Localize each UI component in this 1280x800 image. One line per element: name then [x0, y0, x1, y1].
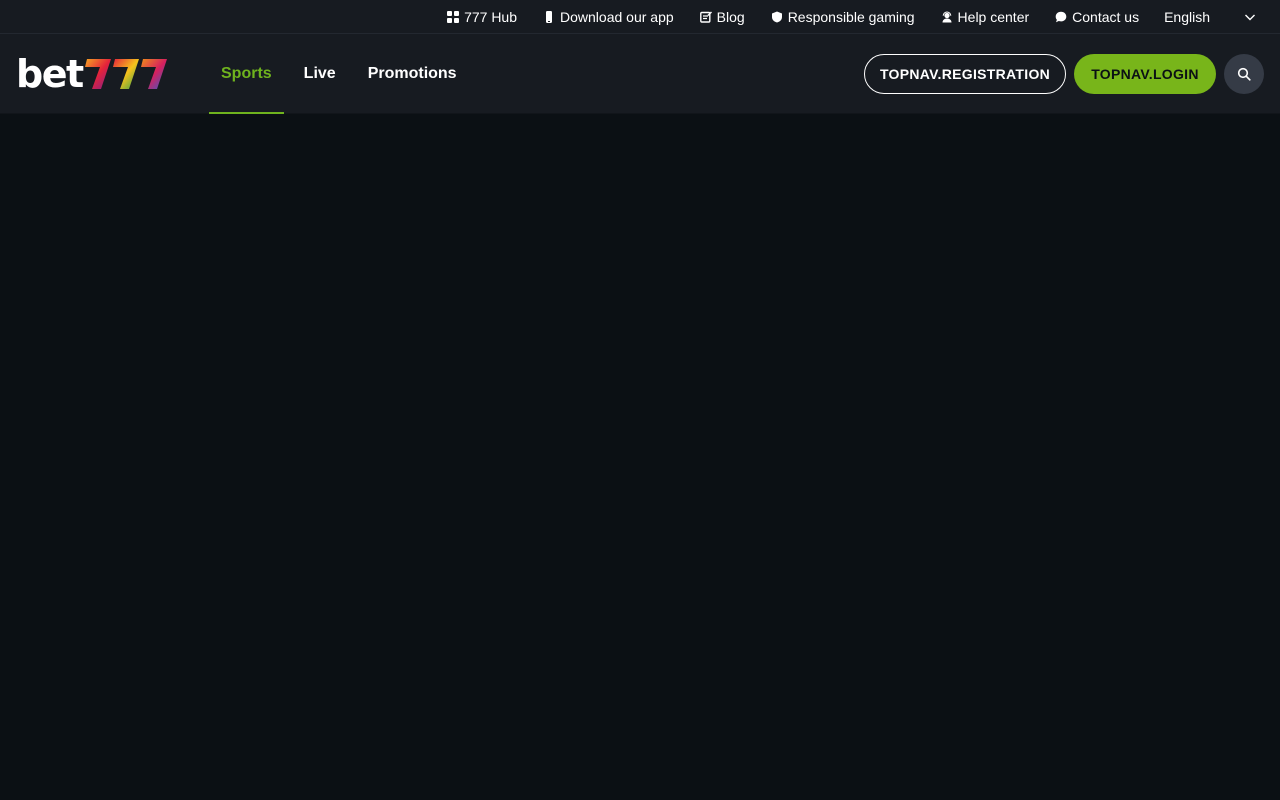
main-header: bet Sports Live Promotions TOPNAV.REGIST…	[0, 34, 1280, 114]
utility-link-blog[interactable]: Blog	[699, 0, 745, 34]
utility-link-help-center[interactable]: Help center	[940, 0, 1030, 34]
utility-link-777-hub[interactable]: 777 Hub	[446, 0, 517, 34]
support-agent-icon	[940, 10, 954, 24]
main-content-area	[0, 114, 1280, 800]
utility-link-label: Contact us	[1072, 9, 1140, 25]
registration-button[interactable]: TOPNAV.REGISTRATION	[864, 54, 1066, 94]
logo-text: bet	[16, 52, 84, 96]
chat-bubble-icon	[1054, 10, 1068, 24]
chevron-down-icon	[1244, 11, 1256, 23]
tab-label: Live	[303, 65, 336, 82]
tab-live[interactable]: Live	[292, 34, 348, 114]
nav-tabs: Sports Live Promotions	[209, 34, 477, 114]
utility-link-label: Download our app	[560, 9, 674, 25]
language-label: English	[1164, 9, 1210, 25]
search-icon	[1237, 67, 1251, 81]
utility-link-label: Help center	[957, 9, 1030, 25]
search-button[interactable]	[1224, 54, 1264, 94]
utility-link-responsible-gaming[interactable]: Responsible gaming	[770, 0, 915, 34]
tab-label: Promotions	[367, 65, 457, 82]
phone-icon	[542, 10, 556, 24]
login-button[interactable]: TOPNAV.LOGIN	[1074, 54, 1216, 94]
tab-label: Sports	[221, 65, 272, 82]
utility-link-label: Responsible gaming	[787, 9, 915, 25]
shield-icon	[770, 10, 784, 24]
registration-label: TOPNAV.REGISTRATION	[879, 66, 1051, 82]
utility-link-contact-us[interactable]: Contact us	[1054, 0, 1139, 34]
bet777-logo[interactable]: bet	[16, 54, 180, 94]
blog-icon	[699, 10, 713, 24]
utility-link-label: Blog	[716, 9, 745, 25]
tab-promotions[interactable]: Promotions	[356, 34, 469, 114]
utility-bar: 777 Hub Download our app Blog Responsibl…	[0, 0, 1280, 34]
tab-sports[interactable]: Sports	[209, 34, 284, 114]
utility-link-label: 777 Hub	[464, 9, 518, 25]
logo-777-graphic	[84, 59, 167, 89]
utility-link-download-app[interactable]: Download our app	[542, 0, 674, 34]
utility-links: 777 Hub Download our app Blog Responsibl…	[446, 0, 1280, 34]
language-selector[interactable]: English	[1164, 0, 1256, 34]
login-label: TOPNAV.LOGIN	[1091, 66, 1199, 82]
grid-icon	[446, 10, 460, 24]
